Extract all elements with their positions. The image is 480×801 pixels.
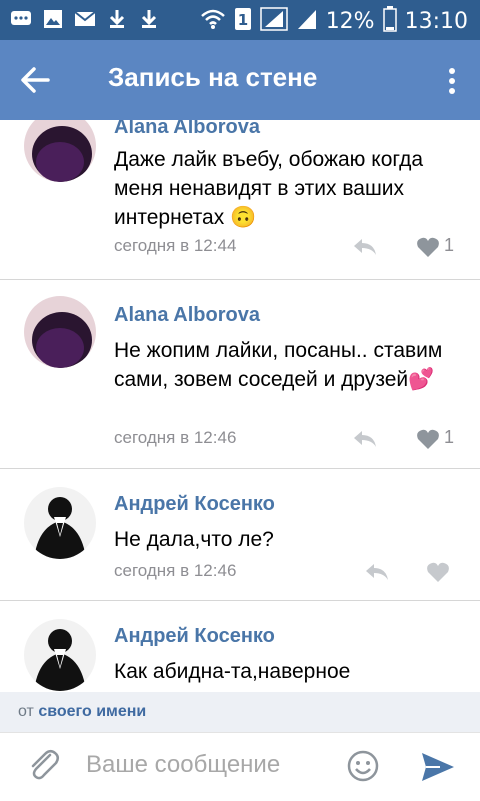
signal-icon-2 <box>296 8 318 34</box>
message-input[interactable]: Ваше сообщение <box>86 751 280 779</box>
more-vert-icon[interactable] <box>442 66 462 96</box>
reply-icon[interactable] <box>352 429 378 449</box>
avatar[interactable] <box>24 619 96 691</box>
comment-text: Не дала,что ле? <box>114 528 274 551</box>
like-count: 1 <box>444 427 455 447</box>
comment-time: сегодня в 12:46 <box>114 428 237 447</box>
heart-icon[interactable] <box>416 236 440 258</box>
send-icon[interactable] <box>420 751 456 783</box>
signal-icon <box>259 7 288 35</box>
comment-author[interactable]: Андрей Косенко <box>114 493 275 516</box>
reply-icon[interactable] <box>364 562 390 582</box>
wifi-icon <box>200 8 226 34</box>
image-notification-icon <box>42 8 64 30</box>
avatar[interactable] <box>24 296 96 368</box>
post-as-label: от своего имени <box>18 703 146 721</box>
system-icons: 1 12% 13:10 <box>200 6 468 36</box>
attach-icon[interactable] <box>26 747 60 783</box>
heart-icon[interactable] <box>416 428 440 450</box>
post-as-prefix: от <box>18 703 34 720</box>
comment-item: Андрей Косенко Не дала,что ле? сегодня в… <box>0 469 480 600</box>
heart-icon[interactable] <box>426 561 450 583</box>
download-notification-icon <box>106 8 128 30</box>
back-arrow-icon[interactable] <box>18 64 54 96</box>
comment-time: сегодня в 12:44 <box>114 236 237 255</box>
comment-time: сегодня в 12:46 <box>114 561 237 580</box>
comment-item: Alana Alborova Даже лайк въебу, обожаю к… <box>0 120 480 279</box>
chat-notification-icon <box>10 8 32 30</box>
avatar[interactable] <box>24 120 96 182</box>
sim-icon: 1 <box>234 7 252 35</box>
avatar[interactable] <box>24 487 96 559</box>
status-bar: 1 12% 13:10 <box>0 0 480 40</box>
mail-notification-icon <box>74 8 96 30</box>
comments-list[interactable]: Alana Alborova Даже лайк въебу, обожаю к… <box>0 120 480 692</box>
post-as-link[interactable]: своего имени <box>38 703 146 720</box>
clock: 13:10 <box>404 8 468 34</box>
battery-icon <box>382 6 397 36</box>
comment-author[interactable]: Alana Alborova <box>114 304 260 327</box>
message-composer: Ваше сообщение <box>0 732 480 801</box>
comment-author[interactable]: Андрей Косенко <box>114 625 275 648</box>
notification-icons <box>10 8 160 30</box>
comment-text: Даже лайк въебу, обожаю когда меня ненав… <box>114 148 424 229</box>
svg-text:1: 1 <box>237 11 247 29</box>
comment-item: Андрей Косенко Как абидна-та,наверное <box>0 601 480 692</box>
download-notification-icon-2 <box>138 8 160 30</box>
comment-text: Как абидна-та,наверное <box>114 660 351 683</box>
post-as-bar: от своего имени <box>0 692 480 732</box>
comment-item: Alana Alborova Не жопим лайки, посаны.. … <box>0 280 480 468</box>
like-count: 1 <box>444 235 455 255</box>
battery-percent: 12% <box>325 8 375 34</box>
comment-text: Не жопим лайки, посаны.. ставим сами, зо… <box>114 339 443 391</box>
emoji-icon[interactable] <box>346 749 380 783</box>
page-title: Запись на стене <box>108 62 318 92</box>
comment-author[interactable]: Alana Alborova <box>114 120 260 139</box>
app-bar: Запись на стене <box>0 40 480 120</box>
reply-icon[interactable] <box>352 237 378 257</box>
